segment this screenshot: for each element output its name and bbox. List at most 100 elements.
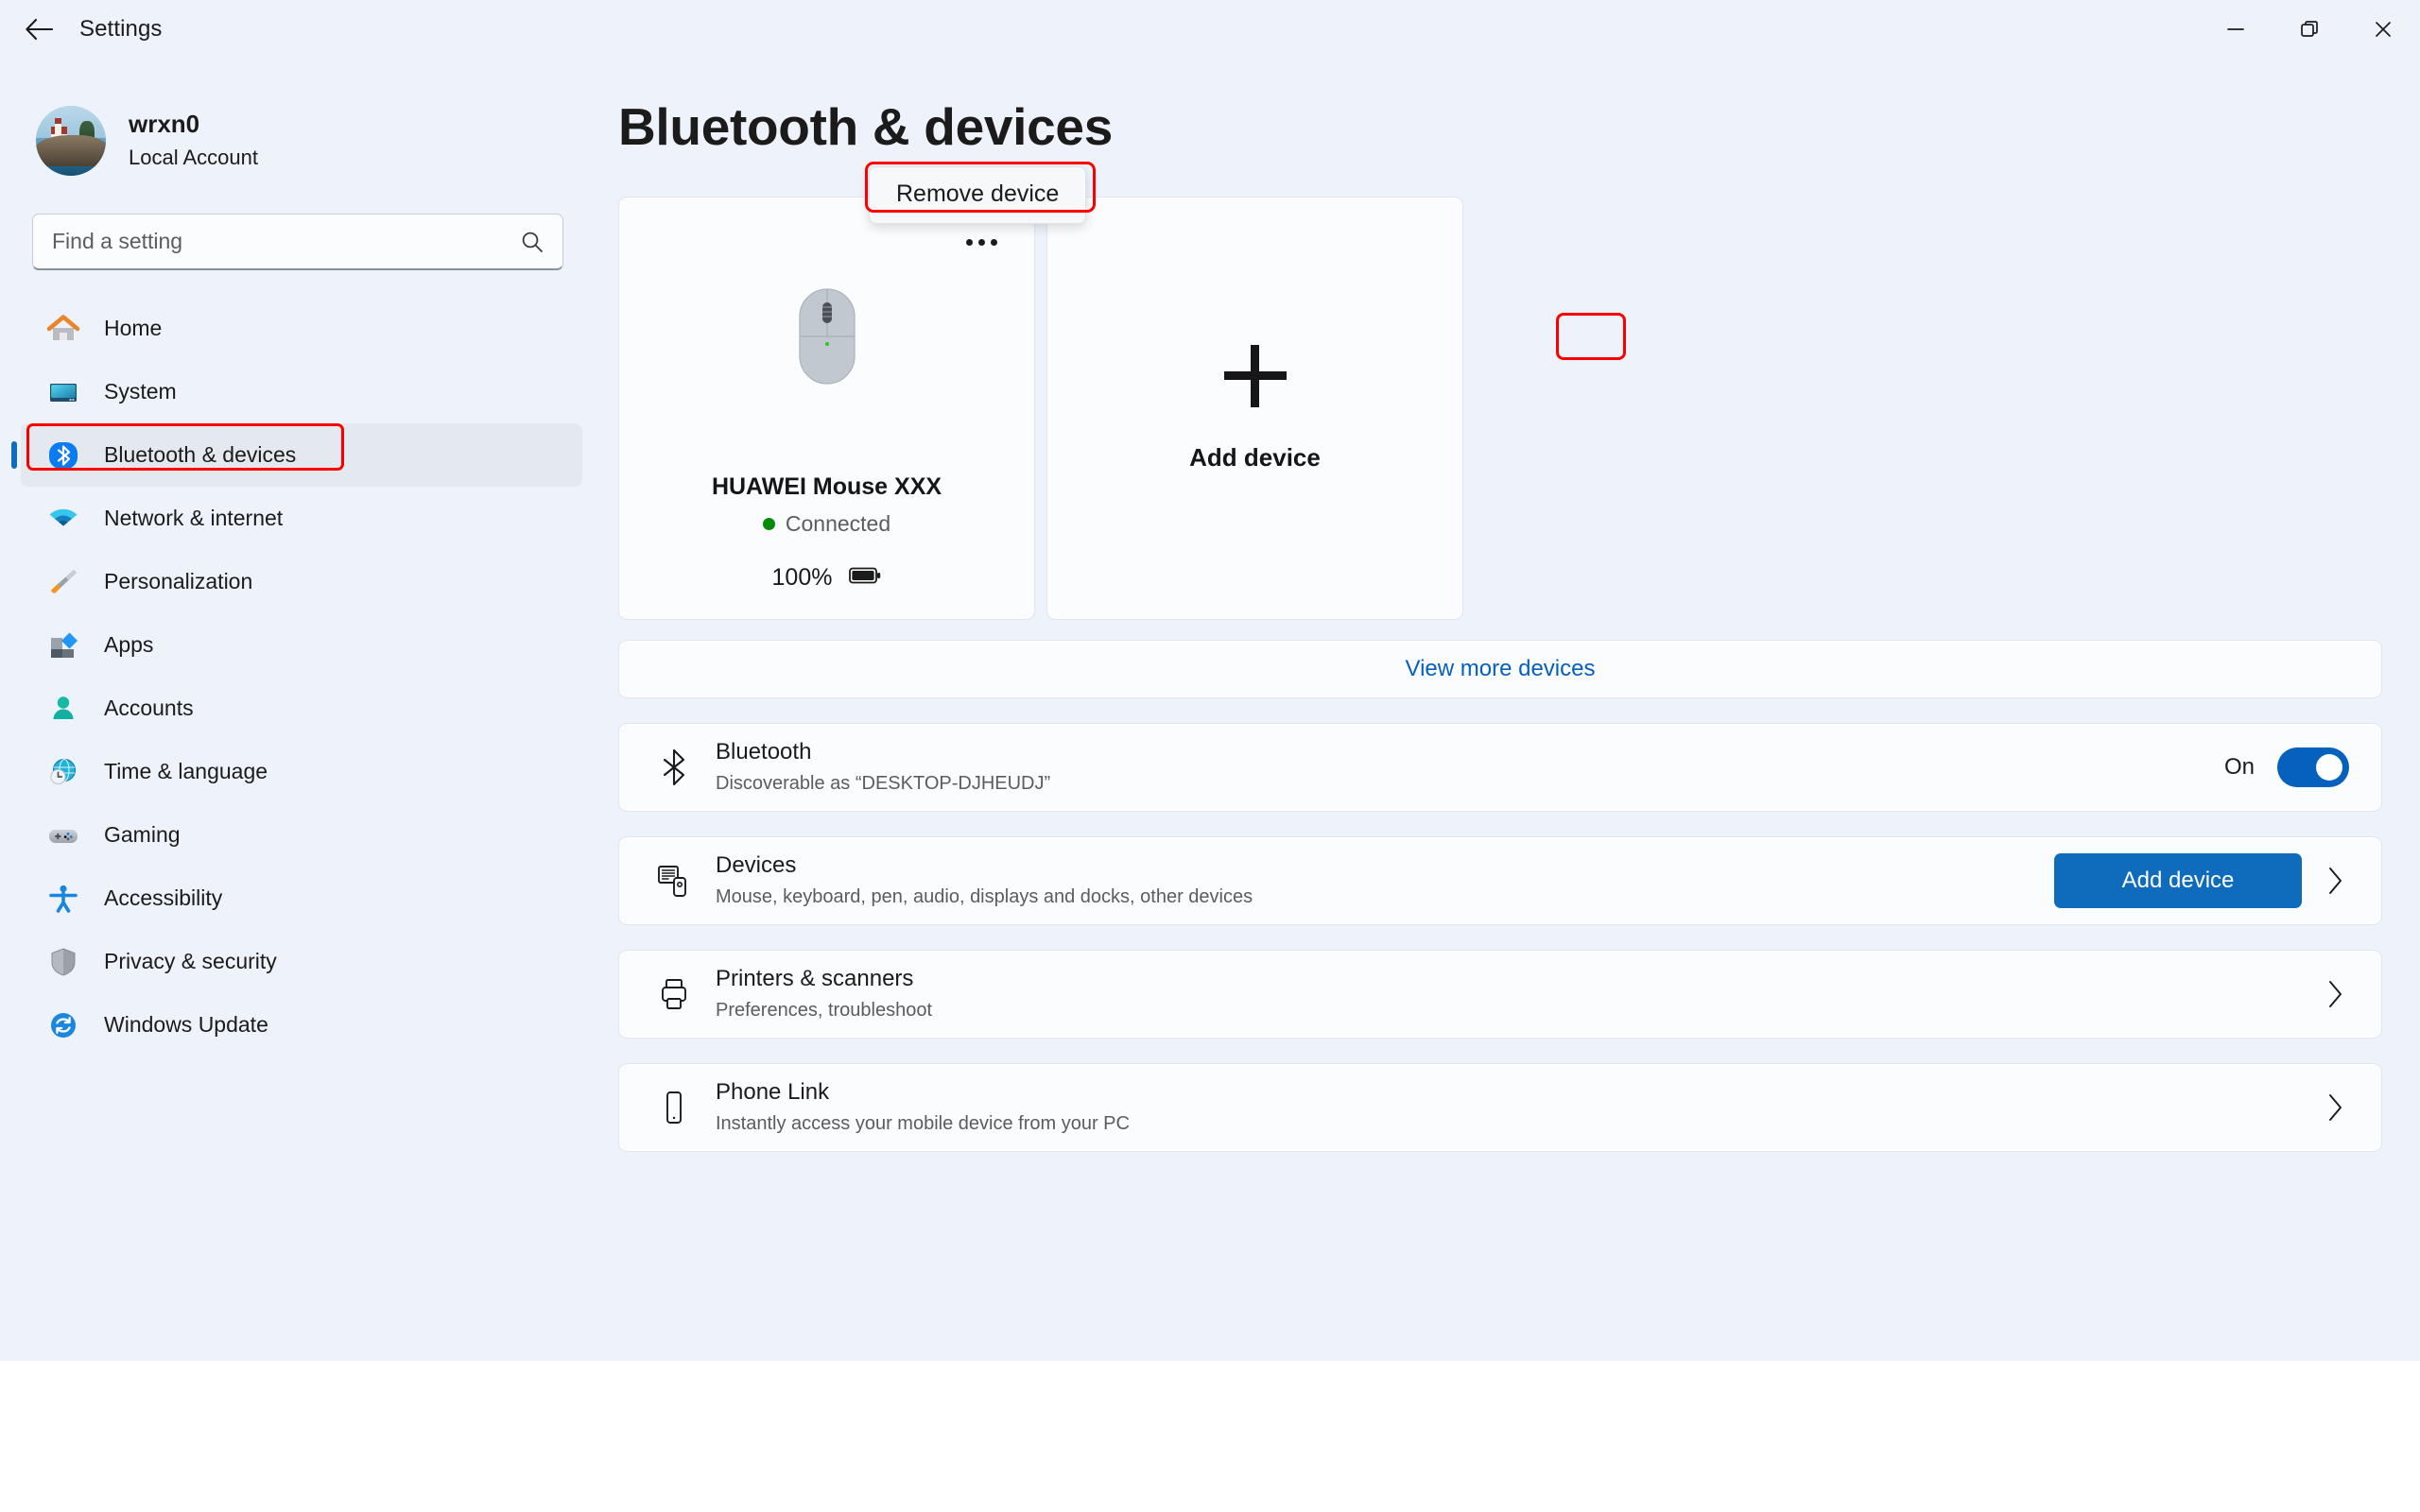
setting-row-title: Printers & scanners	[716, 965, 914, 991]
account-type: Local Account	[129, 145, 258, 169]
clock-globe-icon	[43, 752, 83, 792]
bluetooth-toggle-label: On	[2223, 754, 2255, 780]
bluetooth-toggle[interactable]	[2277, 747, 2349, 787]
sidebar-item-apps[interactable]: Apps	[21, 613, 582, 677]
sidebar-item-label: Windows Update	[104, 1012, 268, 1037]
avatar	[36, 106, 106, 176]
back-arrow-icon	[26, 18, 53, 41]
sidebar-item-time-language[interactable]: Time & language	[21, 740, 582, 803]
title-bar: Settings	[0, 0, 2420, 59]
sidebar-nav: Home System Bluetooth & devices Network …	[0, 297, 605, 1057]
sidebar-item-gaming[interactable]: Gaming	[21, 803, 582, 867]
back-button[interactable]	[9, 0, 68, 59]
setting-row-subtitle: Discoverable as “DESKTOP-DJHEUDJ”	[716, 773, 1051, 795]
add-device-button[interactable]: Add device	[2054, 853, 2302, 908]
setting-row-phone-link[interactable]: Phone Link Instantly access your mobile …	[618, 1063, 2382, 1152]
shield-icon	[43, 942, 83, 982]
setting-row-subtitle: Mouse, keyboard, pen, audio, displays an…	[716, 886, 1253, 908]
page-title: Bluetooth & devices	[618, 97, 1114, 156]
ellipsis-icon	[965, 238, 997, 246]
add-device-card[interactable]: Add device	[1046, 197, 1463, 620]
close-button[interactable]	[2346, 0, 2420, 59]
minimize-button[interactable]	[2199, 0, 2273, 59]
sidebar-item-label: Accessibility	[104, 885, 223, 910]
device-more-options-button[interactable]	[953, 224, 1010, 260]
view-more-devices-row[interactable]: View more devices	[618, 640, 2382, 698]
window-controls	[2199, 0, 2420, 59]
chevron-right-icon[interactable]	[2321, 1091, 2349, 1124]
setting-row-bluetooth[interactable]: Bluetooth Discoverable as “DESKTOP-DJHEU…	[618, 723, 2382, 812]
phone-icon	[648, 1089, 700, 1126]
refresh-circle-icon	[43, 1005, 83, 1045]
sidebar-item-label: Home	[104, 316, 163, 340]
battery-percent-label: 100%	[771, 564, 833, 591]
device-battery: 100%	[619, 564, 1034, 592]
printer-icon	[648, 975, 700, 1013]
sidebar: wrxn0 Local Account Find a setting Home …	[0, 59, 605, 1361]
chevron-right-icon[interactable]	[2321, 865, 2349, 897]
sidebar-item-label: Time & language	[104, 759, 268, 783]
setting-row-title: Phone Link	[716, 1078, 830, 1105]
sidebar-item-accounts[interactable]: Accounts	[21, 677, 582, 740]
add-device-card-label: Add device	[1189, 442, 1321, 472]
sidebar-item-label: Network & internet	[104, 506, 284, 530]
chevron-right-icon[interactable]	[2321, 978, 2349, 1010]
status-dot-icon	[762, 518, 775, 530]
accessibility-person-icon	[43, 879, 83, 919]
device-cards-row: HUAWEI Mouse XXX Connected 100% Add devi…	[618, 197, 2420, 620]
sidebar-item-label: Gaming	[104, 822, 181, 847]
setting-row-subtitle: Preferences, troubleshoot	[716, 1000, 933, 1022]
sidebar-item-network-internet[interactable]: Network & internet	[21, 487, 582, 550]
setting-row-printers-scanners[interactable]: Printers & scanners Preferences, trouble…	[618, 950, 2382, 1039]
account-name: wrxn0	[129, 110, 200, 139]
sidebar-item-home[interactable]: Home	[21, 297, 582, 360]
sidebar-item-bluetooth-devices[interactable]: Bluetooth & devices	[11, 423, 582, 487]
bluetooth-toggle-area[interactable]: On	[2224, 747, 2349, 787]
home-icon	[43, 309, 83, 349]
sidebar-item-accessibility[interactable]: Accessibility	[21, 867, 582, 930]
gamepad-icon	[43, 816, 83, 855]
battery-full-icon	[849, 564, 881, 592]
remove-device-tooltip: Remove device	[869, 166, 1087, 224]
setting-row-subtitle: Instantly access your mobile device from…	[716, 1113, 1130, 1135]
device-status-label: Connected	[785, 511, 891, 536]
sidebar-item-label: Apps	[104, 632, 154, 657]
sidebar-item-label: Bluetooth & devices	[104, 442, 297, 467]
search-input[interactable]	[52, 229, 477, 254]
devices-icon	[648, 862, 700, 900]
restore-icon	[2301, 21, 2318, 37]
close-icon	[2376, 22, 2391, 37]
sidebar-item-label: Accounts	[104, 696, 194, 720]
sidebar-item-windows-update[interactable]: Windows Update	[21, 993, 582, 1057]
apps-icon	[43, 626, 83, 665]
sidebar-item-system[interactable]: System	[21, 360, 582, 423]
sidebar-item-label: Privacy & security	[104, 949, 277, 973]
wifi-icon	[43, 499, 83, 539]
desktop-background	[0, 1361, 2420, 1512]
search-icon	[519, 229, 545, 260]
view-more-devices-link[interactable]: View more devices	[1406, 656, 1596, 682]
main-content: Bluetooth & devices Remove device HUAWEI…	[605, 59, 2420, 1361]
paintbrush-icon	[43, 562, 83, 602]
device-status: Connected	[619, 511, 1034, 537]
mouse-icon	[798, 287, 856, 386]
settings-window: Settings wrxn0 Local Account Find a sett…	[0, 0, 2420, 1361]
plus-icon	[1223, 344, 1287, 407]
sidebar-item-label: Personalization	[104, 569, 253, 593]
setting-row-title: Devices	[716, 851, 797, 878]
person-icon	[43, 689, 83, 729]
setting-row-devices[interactable]: Devices Mouse, keyboard, pen, audio, dis…	[618, 836, 2382, 925]
bluetooth-icon	[43, 436, 83, 475]
bluetooth-outline-icon	[648, 747, 700, 787]
account-block[interactable]: wrxn0 Local Account	[36, 106, 605, 176]
minimize-icon	[2227, 28, 2244, 30]
window-title: Settings	[79, 16, 163, 42]
device-card[interactable]: HUAWEI Mouse XXX Connected 100%	[618, 197, 1035, 620]
search-box[interactable]	[32, 214, 563, 270]
system-monitor-icon	[43, 372, 83, 412]
restore-button[interactable]	[2273, 0, 2346, 59]
sidebar-item-privacy-security[interactable]: Privacy & security	[21, 930, 582, 993]
sidebar-item-label: System	[104, 379, 177, 404]
sidebar-item-personalization[interactable]: Personalization	[21, 550, 582, 613]
setting-row-title: Bluetooth	[716, 738, 812, 765]
